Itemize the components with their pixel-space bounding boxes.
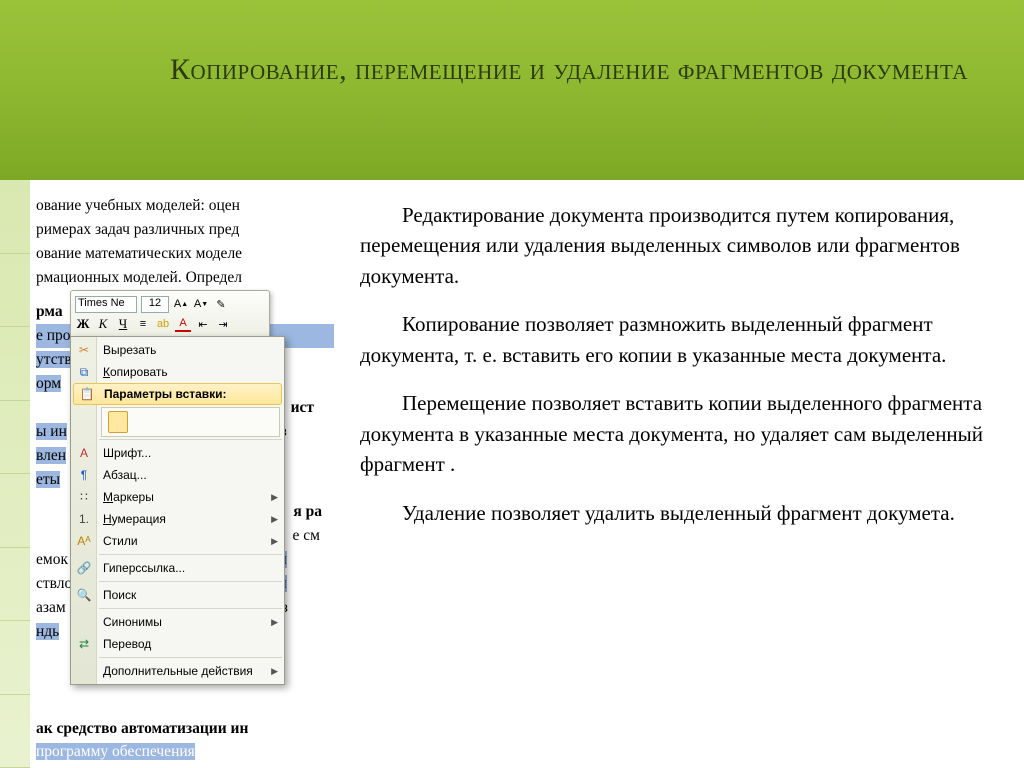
left-decoration <box>0 180 30 768</box>
paragraph-2: Копирование позволяет размножить выделен… <box>360 309 984 370</box>
menu-translate[interactable]: ⇄ Перевод <box>71 633 284 655</box>
bullets-icon: ∷ <box>76 489 92 505</box>
menu-bullets[interactable]: ∷ Маркеры▶ <box>71 486 284 508</box>
menu-paragraph[interactable]: ¶ Абзац... <box>71 464 284 486</box>
bold-button[interactable]: Ж <box>75 316 91 332</box>
menu-search[interactable]: 🔍 Поиск <box>71 584 284 606</box>
slide-header: Копирование, перемещение и удаление фраг… <box>0 0 1024 180</box>
indent-icon[interactable]: ⇤ <box>195 316 211 332</box>
align-center-icon[interactable]: ≡ <box>135 316 151 332</box>
hyperlink-icon: 🔗 <box>76 560 92 576</box>
format-painter-icon[interactable]: ✎ <box>213 296 229 312</box>
slide-content: ование учебных моделей: оцен римерах зад… <box>30 180 1024 768</box>
paragraph-3: Перемещение позволяет вставить копии выд… <box>360 388 984 479</box>
paragraph-icon: ¶ <box>76 467 92 483</box>
paste-options-box[interactable] <box>101 407 280 437</box>
slide-title: Копирование, перемещение и удаление фраг… <box>170 50 984 91</box>
font-select[interactable]: Times Ne <box>75 296 137 313</box>
menu-paste-options[interactable]: 📋 Параметры вставки: <box>73 383 282 405</box>
underline-button[interactable]: Ч <box>115 316 131 332</box>
explanation-text: Редактирование документа производится пу… <box>340 180 1024 768</box>
document-footer-text: ак средство автоматизации ин программу о… <box>30 717 370 764</box>
italic-button[interactable]: К <box>95 316 111 332</box>
paragraph-1: Редактирование документа производится пу… <box>360 200 984 291</box>
synonyms-icon <box>76 614 92 630</box>
more-icon <box>76 663 92 679</box>
translate-icon: ⇄ <box>76 636 92 652</box>
font-icon: A <box>76 445 92 461</box>
search-icon: 🔍 <box>76 587 92 603</box>
menu-numbering[interactable]: 1. Нумерация▶ <box>71 508 284 530</box>
menu-hyperlink[interactable]: 🔗 Гиперссылка... <box>71 557 284 579</box>
clipboard-icon: 📋 <box>79 386 95 402</box>
paragraph-4: Удаление позволяет удалить выделенный фр… <box>360 498 984 528</box>
numbering-icon: 1. <box>76 511 92 527</box>
shrink-font-icon[interactable]: A▼ <box>193 296 209 312</box>
size-select[interactable]: 12 <box>141 296 169 313</box>
menu-more-actions[interactable]: Дополнительные действия▶ <box>71 660 284 682</box>
paste-keep-formatting-icon[interactable] <box>108 411 128 433</box>
outdent-icon[interactable]: ⇥ <box>215 316 231 332</box>
mini-toolbar: Times Ne 12 A▲ A▼ ✎ Ж К Ч ≡ ab A ⇤ ⇥ <box>70 290 270 338</box>
screenshot-panel: ование учебных моделей: оцен римерах зад… <box>30 180 340 768</box>
highlight-icon[interactable]: ab <box>155 316 171 332</box>
menu-font[interactable]: A Шрифт... <box>71 442 284 464</box>
styles-icon: Aᴬ <box>76 533 92 549</box>
menu-styles[interactable]: Aᴬ Стили▶ <box>71 530 284 552</box>
font-color-icon[interactable]: A <box>175 316 191 332</box>
menu-copy[interactable]: ⧉ Копировать <box>71 361 284 383</box>
context-menu: ✂ Вырезать ⧉ Копировать 📋 Параметры вста… <box>70 336 285 685</box>
menu-synonyms[interactable]: Синонимы▶ <box>71 611 284 633</box>
copy-icon: ⧉ <box>76 364 92 380</box>
grow-font-icon[interactable]: A▲ <box>173 296 189 312</box>
menu-cut[interactable]: ✂ Вырезать <box>71 339 284 361</box>
scissors-icon: ✂ <box>76 342 92 358</box>
